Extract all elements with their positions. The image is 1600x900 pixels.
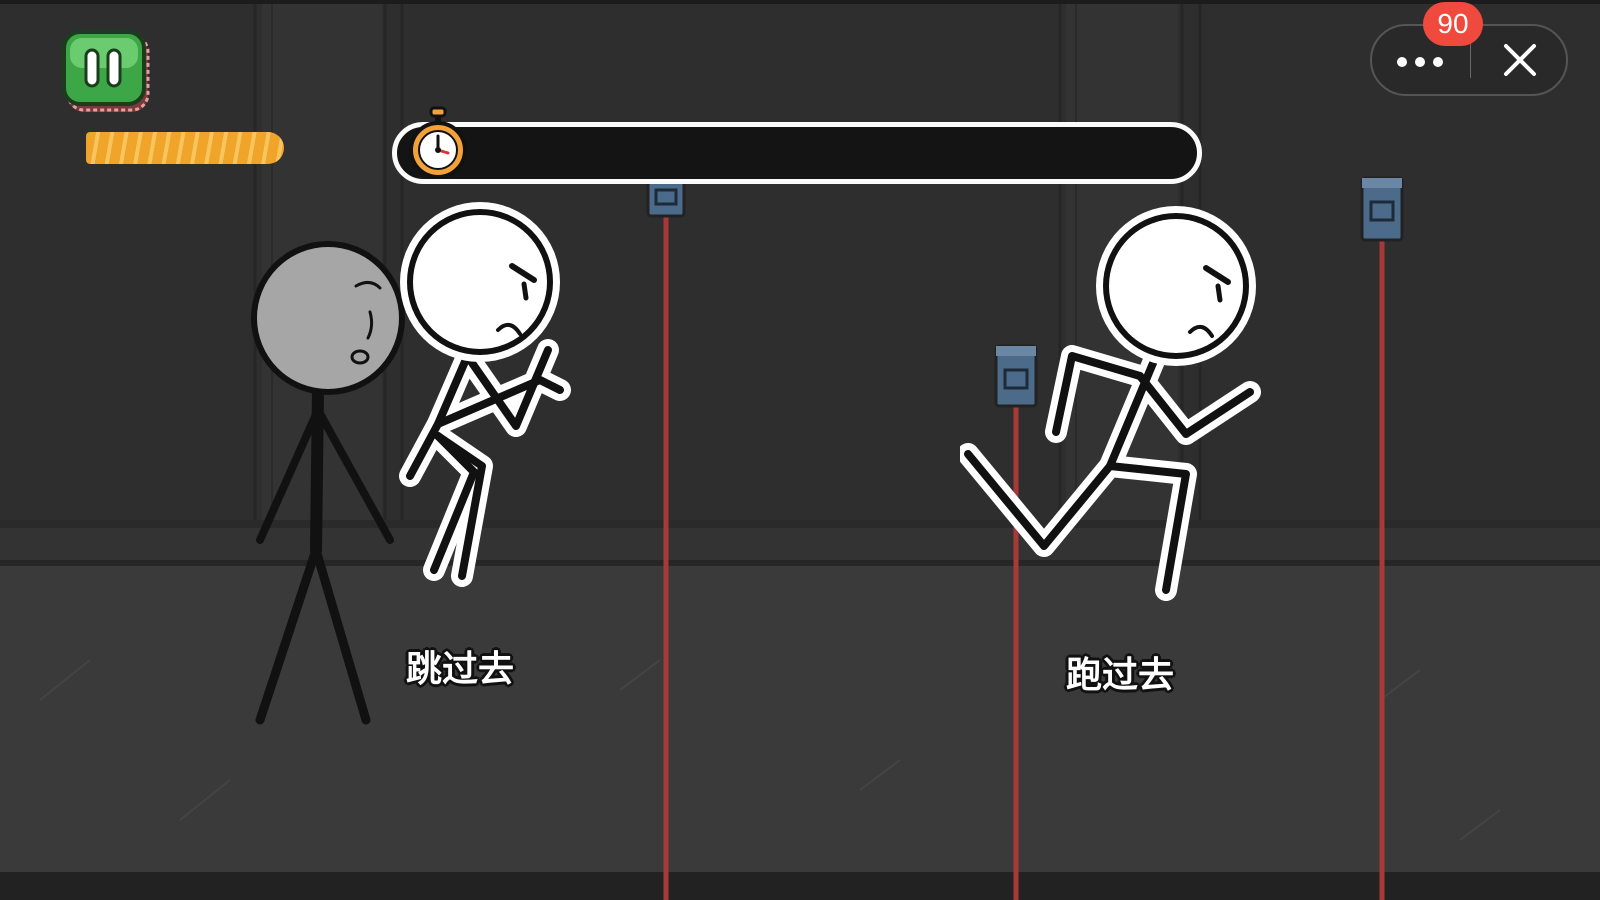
capsule-divider — [1470, 42, 1471, 78]
close-button[interactable] — [1472, 26, 1566, 94]
option-run-label: 跑过去 — [1066, 655, 1175, 696]
close-icon — [1504, 44, 1536, 76]
stopwatch-icon — [409, 106, 467, 179]
timer-track — [392, 122, 1202, 184]
countdown-timer — [390, 104, 1206, 188]
pause-icon — [62, 30, 150, 112]
game-screen: 90 跳过去 跑过去 — [0, 0, 1600, 900]
pause-button[interactable] — [62, 30, 150, 114]
option-jump-label: 跳过去 — [406, 649, 515, 690]
notification-badge: 90 — [1423, 2, 1483, 46]
option-run[interactable]: 跑过去 — [960, 206, 1270, 706]
jumping-stickman — [399, 202, 571, 587]
running-stickman — [960, 206, 1261, 601]
timer-fill — [86, 132, 284, 164]
option-jump[interactable]: 跳过去 — [390, 200, 580, 700]
